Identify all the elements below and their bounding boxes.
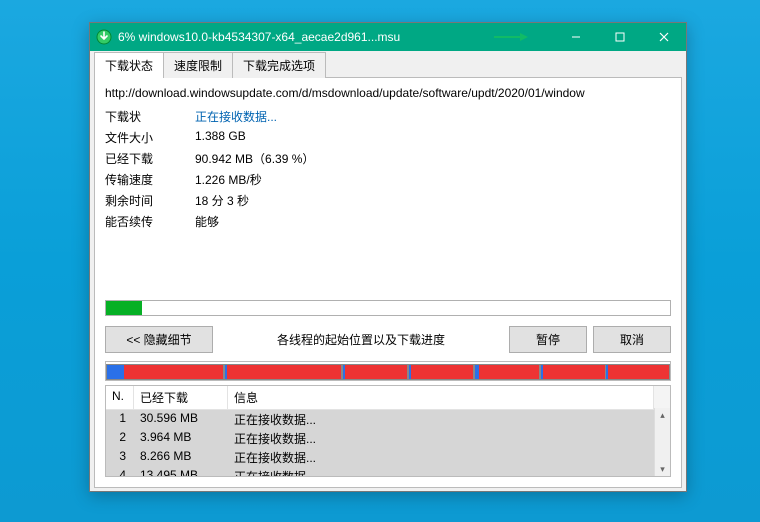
cell-info: 正在接收数据...	[228, 429, 654, 448]
segment-bar	[474, 364, 540, 380]
tab-bar: 下载状态 速度限制 下载完成选项	[90, 51, 686, 77]
segment-done	[225, 365, 227, 379]
segment-track	[105, 361, 671, 381]
overall-progress-fill	[106, 301, 142, 315]
segment-bar	[540, 364, 606, 380]
label-status: 下载状	[105, 108, 195, 125]
segment-done	[475, 365, 479, 379]
tab-speed-limit[interactable]: 速度限制	[163, 52, 233, 78]
tab-on-complete[interactable]: 下载完成选项	[232, 52, 326, 78]
download-dialog: 6% windows10.0-kb4534307-x64_aecae2d961.…	[89, 22, 687, 492]
label-downloaded: 已经下载	[105, 150, 195, 167]
segment-done	[107, 365, 124, 379]
col-downloaded[interactable]: 已经下载	[134, 386, 228, 410]
cell-n: 2	[106, 429, 134, 448]
cell-n: 1	[106, 410, 134, 429]
col-scroll-gutter	[654, 386, 670, 410]
cell-info: 正在接收数据...	[228, 467, 654, 477]
label-resume: 能否续传	[105, 213, 195, 230]
app-icon	[96, 29, 112, 45]
label-speed: 传输速度	[105, 171, 195, 188]
col-n[interactable]: N.	[106, 386, 134, 410]
table-header: N. 已经下载 信息	[106, 386, 670, 410]
cell-downloaded: 30.596 MB	[134, 410, 228, 429]
threads-table: N. 已经下载 信息 130.596 MB正在接收数据...23.964 MB正…	[105, 385, 671, 477]
maximize-button[interactable]	[598, 23, 642, 51]
window-title: 6% windows10.0-kb4534307-x64_aecae2d961.…	[118, 30, 400, 44]
segments-caption: 各线程的起始位置以及下载进度	[219, 331, 503, 348]
value-downloaded: 90.942 MB（6.39 %）	[195, 150, 671, 167]
download-url: http://download.windowsupdate.com/d/msdo…	[105, 86, 671, 100]
value-speed: 1.226 MB/秒	[195, 171, 671, 188]
cell-info: 正在接收数据...	[228, 410, 654, 429]
segment-done	[541, 365, 543, 379]
segment-bar	[342, 364, 408, 380]
tab-page-status: http://download.windowsupdate.com/d/msdo…	[94, 77, 682, 488]
segment-bar	[605, 364, 670, 380]
value-remaining: 18 分 3 秒	[195, 192, 671, 209]
table-row[interactable]: 38.266 MB正在接收数据...	[106, 448, 670, 467]
value-resume: 能够	[195, 213, 671, 230]
cell-info: 正在接收数据...	[228, 448, 654, 467]
segment-bar	[106, 364, 224, 380]
col-info[interactable]: 信息	[228, 386, 654, 410]
tab-download-status[interactable]: 下载状态	[94, 52, 164, 78]
label-size: 文件大小	[105, 129, 195, 146]
segment-done	[606, 365, 608, 379]
segment-bar	[408, 364, 474, 380]
titlebar[interactable]: 6% windows10.0-kb4534307-x64_aecae2d961.…	[90, 23, 686, 51]
cancel-button[interactable]: 取消	[593, 326, 671, 353]
cell-n: 3	[106, 448, 134, 467]
info-grid: 下载状 正在接收数据... 文件大小 1.388 GB 已经下载 90.942 …	[105, 108, 671, 230]
table-body: 130.596 MB正在接收数据...23.964 MB正在接收数据...38.…	[106, 410, 670, 477]
value-status: 正在接收数据...	[195, 108, 671, 125]
arrow-decoration-icon	[492, 31, 532, 43]
segment-bar	[224, 364, 342, 380]
cell-downloaded: 8.266 MB	[134, 448, 228, 467]
table-row[interactable]: 130.596 MB正在接收数据...	[106, 410, 670, 429]
button-row: << 隐藏细节 各线程的起始位置以及下载进度 暂停 取消	[105, 326, 671, 353]
pause-button[interactable]: 暂停	[509, 326, 587, 353]
minimize-button[interactable]	[554, 23, 598, 51]
table-row[interactable]: 413.495 MB正在接收数据...	[106, 467, 670, 477]
value-size: 1.388 GB	[195, 129, 671, 146]
cell-downloaded: 3.964 MB	[134, 429, 228, 448]
label-remaining: 剩余时间	[105, 192, 195, 209]
cell-n: 4	[106, 467, 134, 477]
segment-done	[409, 365, 411, 379]
cell-downloaded: 13.495 MB	[134, 467, 228, 477]
close-button[interactable]	[642, 23, 686, 51]
hide-details-button[interactable]: << 隐藏细节	[105, 326, 213, 353]
vertical-scrollbar[interactable]: ▴ ▾	[654, 408, 670, 476]
scroll-down-icon[interactable]: ▾	[655, 462, 670, 476]
table-row[interactable]: 23.964 MB正在接收数据...	[106, 429, 670, 448]
segment-done	[343, 365, 346, 379]
scroll-up-icon[interactable]: ▴	[655, 408, 670, 422]
overall-progress-bar	[105, 300, 671, 316]
